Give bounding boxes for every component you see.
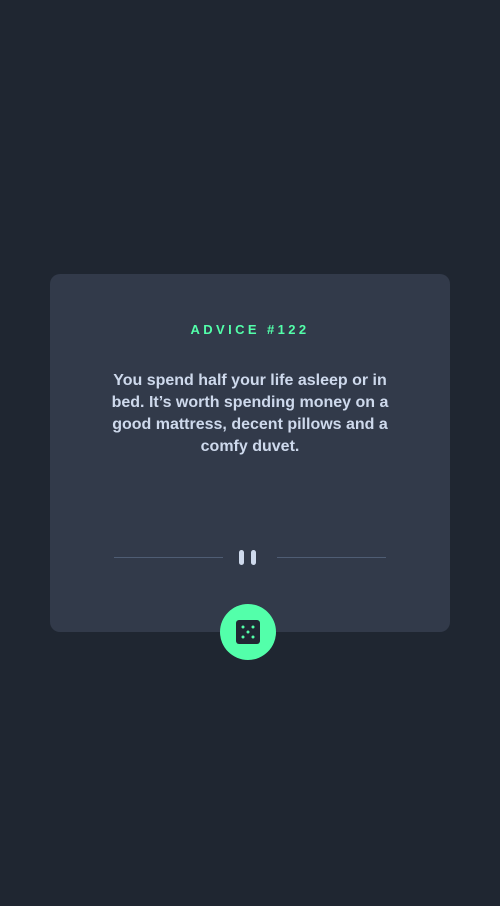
divider-line-left [114,557,223,558]
divider-line-right [277,557,386,558]
advice-id-label: ADVICE #122 [190,322,310,337]
pause-icon [238,550,262,566]
advice-quote: You spend half your life asleep or in be… [111,372,389,455]
pattern-divider [114,550,386,566]
generate-advice-button[interactable] [220,604,276,660]
advice-card: ADVICE #122 You spend half your life asl… [50,274,450,632]
dice-icon [236,620,260,644]
